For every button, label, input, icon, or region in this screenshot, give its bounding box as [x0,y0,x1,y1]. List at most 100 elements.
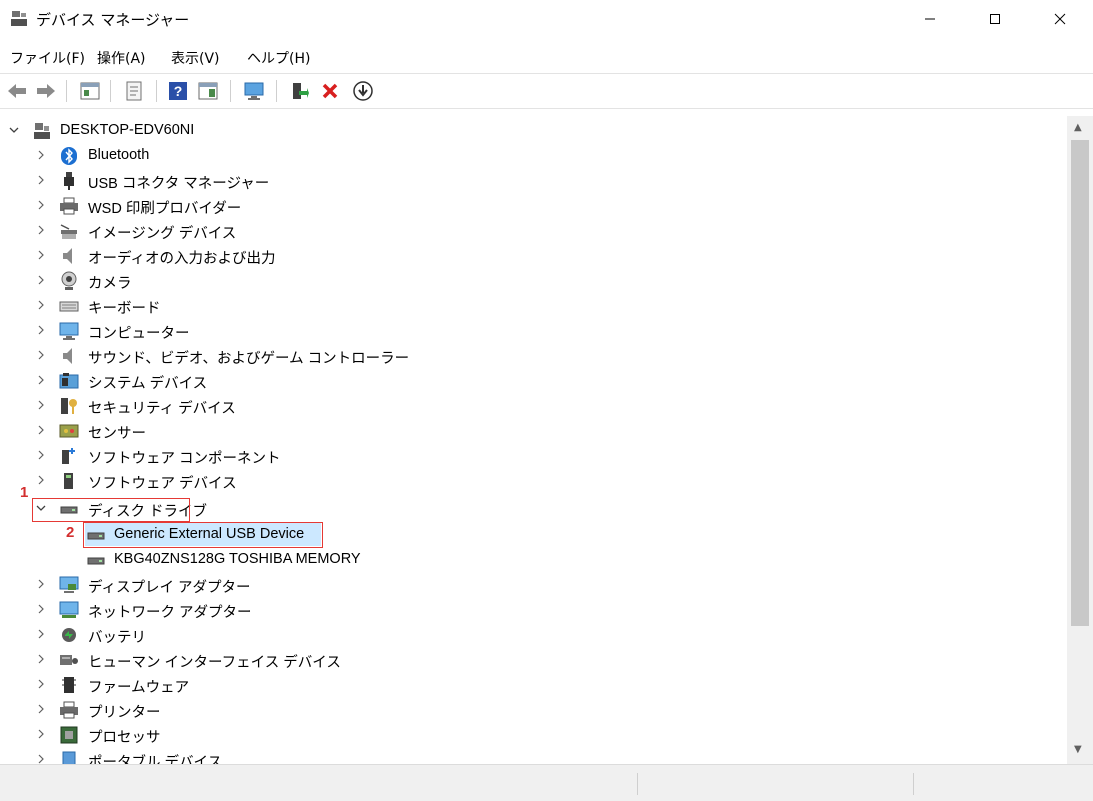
status-divider [637,773,638,795]
speaker-icon [63,348,72,364]
tree-category[interactable]: ネットワーク アダプター [0,597,1067,622]
battery-icon [62,628,76,642]
toolbar-separator [156,80,157,102]
tree-category-label: ファームウェア [88,680,190,696]
chevron-right-icon[interactable] [35,449,47,461]
chevron-right-icon[interactable] [35,399,47,411]
tree-root-label: DESKTOP-EDV60NI [60,122,195,138]
chevron-right-icon[interactable] [35,349,47,361]
tree-category-label: ヒューマン インターフェイス デバイス [88,655,341,671]
properties-icon [126,81,142,101]
forward-button[interactable] [34,79,58,103]
tree-category[interactable]: ヒューマン インターフェイス デバイス [0,647,1067,672]
download-button[interactable] [351,79,375,103]
help-button[interactable]: ? [166,79,190,103]
chevron-right-icon[interactable] [35,249,47,261]
usb-icon [64,172,74,190]
properties-button[interactable] [122,79,146,103]
tree-category[interactable]: イメージング デバイス [0,218,1067,243]
chevron-right-icon[interactable] [35,753,47,764]
window-title: デバイス マネージャー [36,11,190,29]
menu-file[interactable]: ファイル(F) [10,48,85,68]
tree-category[interactable]: バッテリ [0,622,1067,647]
update-driver-button[interactable] [287,79,311,103]
tree-category-label: バッテリ [88,630,146,646]
chevron-right-icon[interactable] [35,174,47,186]
device-tree: DESKTOP-EDV60NI Bluetooth USB コネクタ マネージャ… [0,116,1067,764]
tree-category[interactable]: センサー [0,418,1067,443]
scrollbar-thumb[interactable] [1071,140,1089,626]
tree-category[interactable]: プリンター [0,697,1067,722]
keyboard-icon [59,301,79,312]
chevron-right-icon[interactable] [35,578,47,590]
chevron-right-icon[interactable] [35,703,47,715]
chevron-right-icon[interactable] [35,149,47,161]
tree-category[interactable]: ソフトウェア コンポーネント [0,443,1067,468]
tree-category-label: WSD 印刷プロバイダー [88,201,242,217]
tree-category[interactable]: ソフトウェア デバイス [0,468,1067,493]
system-folder-icon [59,373,79,389]
scan-hardware-button[interactable] [242,79,266,103]
chevron-right-icon[interactable] [35,628,47,640]
vertical-scrollbar[interactable]: ▲ ▼ [1067,116,1093,764]
tree-category[interactable]: システム デバイス [0,368,1067,393]
menu-help[interactable]: ヘルプ(H) [247,48,310,68]
tree-category[interactable]: WSD 印刷プロバイダー [0,193,1067,218]
chevron-right-icon[interactable] [35,299,47,311]
chevron-down-icon[interactable] [8,124,20,136]
chevron-right-icon[interactable] [35,728,47,740]
tree-category-label: ソフトウェア コンポーネント [88,451,281,467]
tree-root[interactable]: DESKTOP-EDV60NI [0,118,1067,143]
update-driver-icon [293,83,309,99]
tree-category-label: センサー [88,426,146,442]
show-hide-tree-button[interactable] [78,79,102,103]
chevron-right-icon[interactable] [35,603,47,615]
tree-category[interactable]: ファームウェア [0,672,1067,697]
tree-device[interactable]: KBG40ZNS128G TOSHIBA MEMORY [0,547,1067,572]
tree-category[interactable]: カメラ [0,268,1067,293]
menu-action[interactable]: 操作(A) [97,48,146,68]
tree-category-label: カメラ [88,276,132,292]
tree-category-label: ポータブル デバイス [88,755,223,764]
tree-category[interactable]: コンピューター [0,318,1067,343]
download-icon [353,81,373,101]
tree-category[interactable]: Bluetooth [0,143,1067,168]
firmware-icon [62,677,76,693]
close-button[interactable] [1037,0,1083,38]
tree-category[interactable]: オーディオの入力および出力 [0,243,1067,268]
uninstall-button[interactable] [318,79,342,103]
tree-category-label: プロセッサ [88,730,161,746]
action-pane-button[interactable] [196,79,220,103]
toolbar: ? [0,73,1093,109]
tree-category[interactable]: ディスプレイ アダプター [0,572,1067,597]
chevron-right-icon[interactable] [35,678,47,690]
chevron-right-icon[interactable] [35,199,47,211]
chevron-right-icon[interactable] [35,653,47,665]
chevron-right-icon[interactable] [35,374,47,386]
network-icon [59,601,79,618]
minimize-button[interactable] [907,0,953,38]
tree-category[interactable]: USB コネクタ マネージャー [0,168,1067,193]
chevron-right-icon[interactable] [35,324,47,336]
chevron-right-icon[interactable] [35,274,47,286]
scroll-down-icon[interactable]: ▼ [1074,744,1082,755]
maximize-button[interactable] [972,0,1018,38]
tree-category[interactable]: セキュリティ デバイス [0,393,1067,418]
tree-category[interactable]: サウンド、ビデオ、およびゲーム コントローラー [0,343,1067,368]
chevron-right-icon[interactable] [35,224,47,236]
processor-icon [60,726,78,744]
tree-category[interactable]: ポータブル デバイス [0,747,1067,764]
disk-drive-icon [87,557,105,565]
scroll-up-icon[interactable]: ▲ [1074,122,1082,133]
annotation-number-1: 1 [20,484,29,501]
menu-view[interactable]: 表示(V) [171,48,220,68]
chevron-right-icon[interactable] [35,474,47,486]
back-button[interactable] [5,79,29,103]
hid-icon [60,655,78,665]
svg-text:?: ? [174,83,183,99]
chevron-right-icon[interactable] [35,424,47,436]
tree-category[interactable]: プロセッサ [0,722,1067,747]
tree-category[interactable]: キーボード [0,293,1067,318]
toolbar-separator [110,80,111,102]
tree-category-label: サウンド、ビデオ、およびゲーム コントローラー [88,351,410,367]
